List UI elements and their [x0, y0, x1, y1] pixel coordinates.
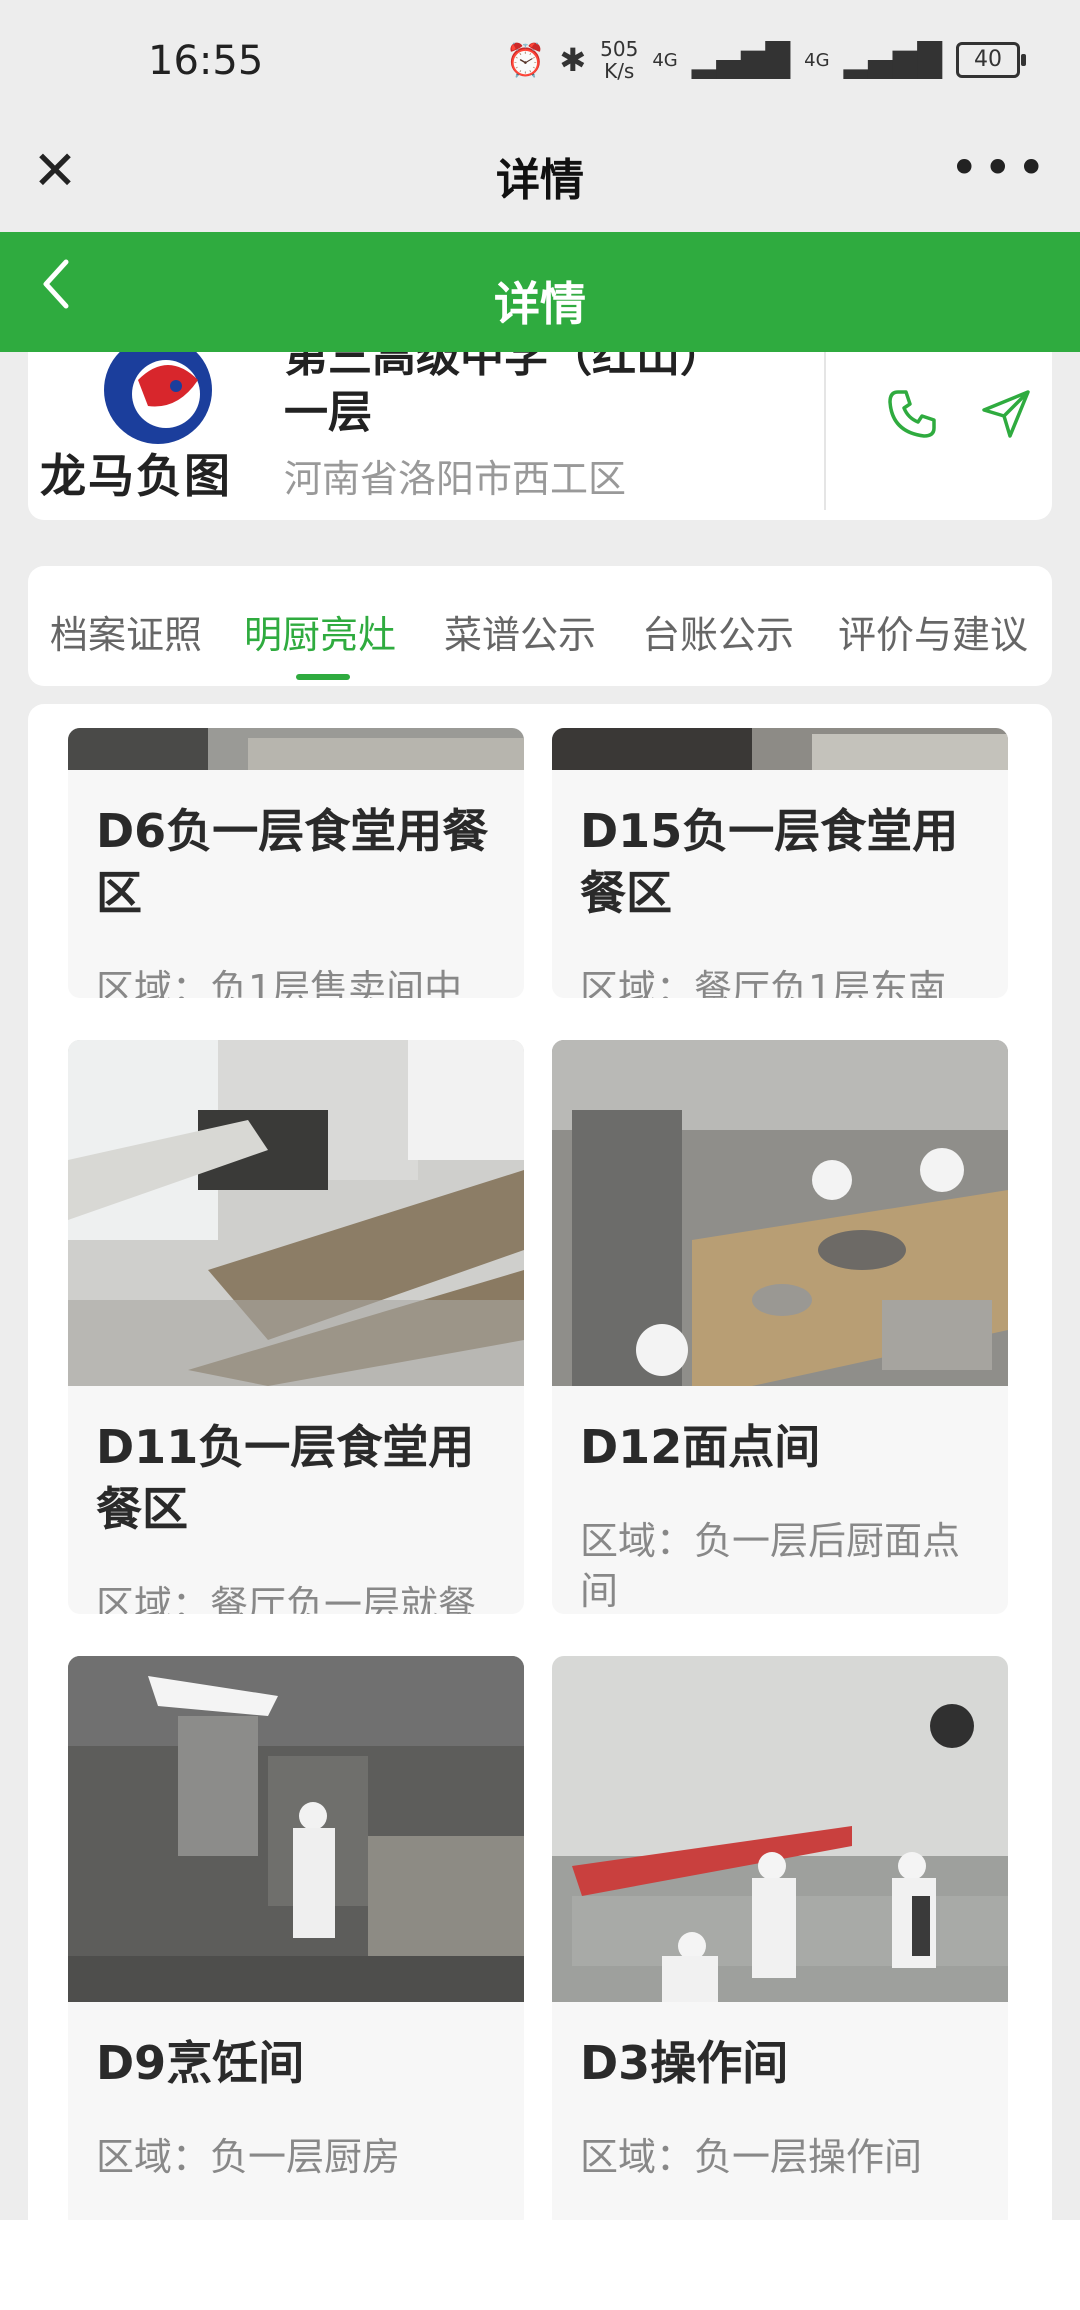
phone-icon[interactable] — [884, 386, 940, 442]
camera-card[interactable]: D12面点间 区域：负一层后厨面点间 — [552, 1040, 1008, 1614]
camera-area: 区域：负1层售卖间中 — [96, 967, 463, 998]
camera-title: D3操作间 — [580, 2036, 789, 2090]
camera-card[interactable]: D6负一层食堂用餐区 区域：负1层售卖间中 — [68, 728, 524, 998]
camera-thumbnail — [68, 1040, 524, 1386]
logo-text: 龙马负图 — [40, 449, 232, 503]
tab-ledger[interactable]: 台账公示 — [642, 604, 794, 659]
camera-thumbnail — [552, 1656, 1008, 2002]
bluetooth-icon: ✱ — [559, 41, 587, 79]
tab-bar: 档案证照 明厨亮灶 菜谱公示 台账公示 评价与建议 — [28, 566, 1052, 686]
divider — [824, 340, 826, 510]
tab-archives[interactable]: 档案证照 — [50, 604, 202, 659]
camera-area: 区域：餐厅负一层就餐 — [96, 1583, 477, 1614]
active-tab-indicator — [296, 674, 350, 680]
signal-bars-icon-2: ▂▄▆█ — [843, 41, 942, 79]
app-header-title: 详情 — [494, 277, 586, 331]
camera-thumbnail — [68, 728, 524, 770]
signal-bars-icon-1: ▂▄▆█ — [691, 41, 791, 79]
page-bottom — [0, 2220, 1080, 2310]
camera-card[interactable]: D3操作间 区域：负一层操作间 — [552, 1656, 1008, 2230]
camera-title: D9烹饪间 — [96, 2036, 305, 2090]
status-icons: ⏰ ✱ 505 K/s 4G ▂▄▆█ 4G ▂▄▆█ 40 — [505, 37, 1026, 83]
signal-icon-1: 4G — [652, 49, 678, 71]
tab-evaluation[interactable]: 评价与建议 — [838, 604, 1028, 659]
tab-menu[interactable]: 菜谱公示 — [444, 604, 596, 659]
school-address: 河南省洛阳市西工区 — [284, 457, 627, 501]
camera-card[interactable]: D15负一层食堂用餐区 区域：餐厅负1层东南 — [552, 728, 1008, 998]
camera-card[interactable]: D11负一层食堂用餐区 区域：餐厅负一层就餐 — [68, 1040, 524, 1614]
camera-title: D12面点间 — [580, 1420, 821, 1474]
camera-title: D11负一层食堂用餐区 — [96, 1420, 475, 1536]
camera-thumbnail — [552, 1040, 1008, 1386]
status-bar: 16:55 ⏰ ✱ 505 K/s 4G ▂▄▆█ 4G ▂▄▆█ 40 — [0, 0, 1080, 120]
app-header: 详情 — [0, 232, 1080, 352]
camera-card[interactable]: D9烹饪间 区域：负一层厨房 — [68, 1656, 524, 2230]
navigation-icon[interactable] — [978, 386, 1034, 442]
camera-thumbnail — [68, 1656, 524, 2002]
more-icon[interactable]: ••• — [950, 143, 1050, 193]
camera-area: 区域：负一层操作间 — [580, 2135, 923, 2179]
signal-icon-2: 4G — [804, 49, 830, 71]
camera-thumbnail — [552, 728, 1008, 770]
school-name: 一层 — [284, 387, 372, 438]
camera-area: 区域：餐厅负1层东南 — [580, 967, 947, 998]
wechat-title: 详情 — [496, 155, 584, 206]
tab-open-kitchen[interactable]: 明厨亮灶 — [244, 604, 396, 659]
camera-title: D6负一层食堂用餐区 — [96, 804, 489, 920]
battery-icon: 40 — [956, 42, 1026, 78]
camera-title: D15负一层食堂用餐区 — [580, 804, 959, 920]
wechat-title-bar: ✕ 详情 ••• — [0, 120, 1080, 232]
camera-area: 区域：负一层厨房 — [96, 2135, 401, 2179]
network-speed: 505 K/s — [600, 37, 639, 83]
camera-area: 区域：负一层后厨面点间 — [580, 1519, 961, 1613]
status-time: 16:55 — [148, 38, 264, 84]
alarm-icon: ⏰ — [505, 41, 546, 79]
